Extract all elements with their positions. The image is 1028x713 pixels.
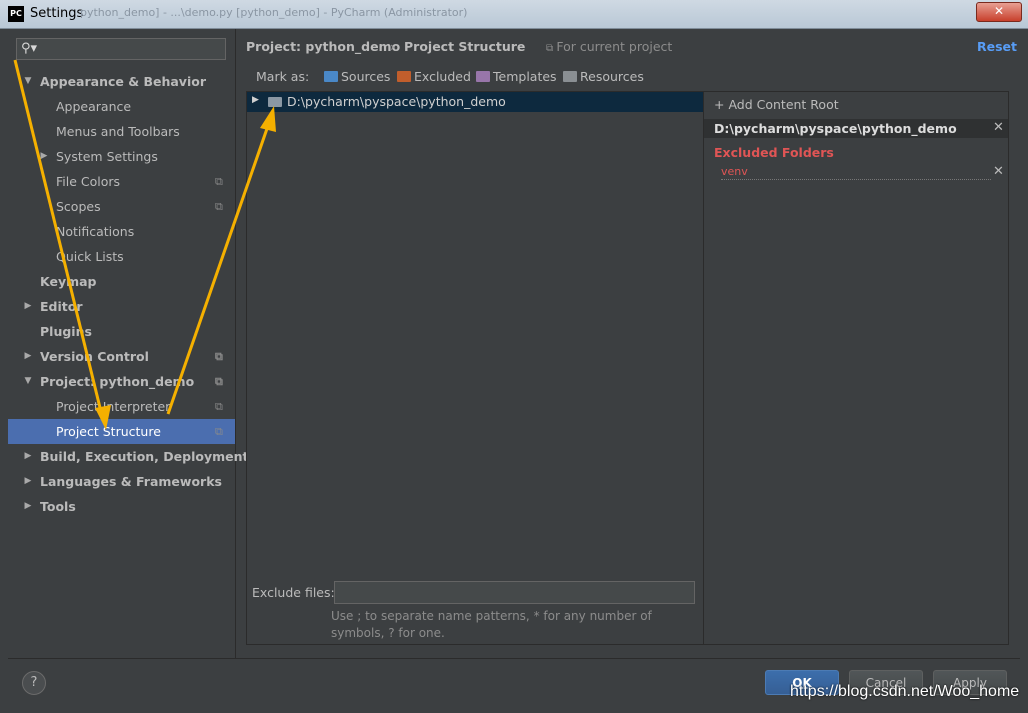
excluded-folders-title: Excluded Folders bbox=[714, 145, 834, 160]
sidebar-item-label: File Colors bbox=[56, 174, 121, 189]
collapsed-arrow-icon[interactable]: ▶ bbox=[22, 494, 34, 519]
sidebar-item-label: Project Structure bbox=[56, 424, 161, 439]
expanded-arrow-icon[interactable]: ▼ bbox=[22, 369, 34, 394]
sidebar-item-project-python-demo[interactable]: ▼ Project: python_demo ⧉ bbox=[8, 369, 235, 394]
project-root-row[interactable]: ▶ D:\pycharm\pyspace\python_demo bbox=[247, 92, 703, 112]
settings-window: PC Settings python_demo] - ...\demo.py [… bbox=[0, 0, 1028, 713]
remove-content-root-icon[interactable]: ✕ bbox=[993, 120, 1004, 135]
sidebar-item-label: Notifications bbox=[56, 224, 135, 239]
window-close-button[interactable]: ✕ bbox=[976, 2, 1022, 22]
exclude-files-input[interactable] bbox=[334, 581, 695, 604]
collapsed-arrow-icon[interactable]: ▶ bbox=[22, 444, 34, 469]
mark-templates-label: Templates bbox=[493, 69, 557, 84]
mark-as-label: Mark as: bbox=[256, 69, 310, 84]
project-tree-panel: ▶ D:\pycharm\pyspace\python_demo bbox=[246, 91, 704, 645]
sidebar-item-plugins[interactable]: Plugins bbox=[8, 319, 235, 344]
for-current-project: ⧉ For current project bbox=[546, 39, 672, 54]
sidebar-item-label: Scopes bbox=[56, 199, 101, 214]
templates-folder-icon bbox=[476, 71, 490, 82]
mark-resources-label: Resources bbox=[580, 69, 644, 84]
help-button[interactable]: ? bbox=[22, 671, 46, 695]
excluded-folder-item: venv bbox=[721, 165, 991, 180]
sidebar-item-version-control[interactable]: ▶ Version Control ⧉ bbox=[8, 344, 235, 369]
resources-folder-icon bbox=[563, 71, 577, 82]
title-bar: PC Settings python_demo] - ...\demo.py [… bbox=[0, 0, 1028, 29]
collapsed-arrow-icon[interactable]: ▶ bbox=[22, 344, 34, 369]
sidebar-item-project-structure[interactable]: Project Structure ⧉ bbox=[8, 419, 235, 444]
breadcrumb-page: Project Structure bbox=[404, 39, 526, 54]
sidebar-item-label: Plugins bbox=[40, 324, 92, 339]
sidebar-item-appearance[interactable]: Appearance bbox=[8, 94, 235, 119]
background-window-title: python_demo] - ...\demo.py [python_demo]… bbox=[80, 6, 468, 19]
sidebar-item-notifications[interactable]: Notifications bbox=[8, 219, 235, 244]
sidebar-item-label: System Settings bbox=[56, 149, 158, 164]
window-title: Settings bbox=[30, 6, 84, 21]
sidebar-item-languages-frameworks[interactable]: ▶ Languages & Frameworks bbox=[8, 469, 235, 494]
sidebar-item-label: Project: python_demo bbox=[40, 374, 195, 389]
remove-excluded-folder-icon[interactable]: ✕ bbox=[993, 164, 1004, 179]
project-scope-icon: ⧉ bbox=[215, 350, 223, 363]
settings-body: ⚲▾ ▼ Appearance & Behavior Appearance Menus… bbox=[8, 29, 1020, 707]
search-icon: ⚲▾ bbox=[21, 41, 38, 56]
settings-search-input[interactable]: ⚲▾ bbox=[16, 38, 226, 60]
copy-icon: ⧉ bbox=[546, 43, 557, 54]
collapsed-arrow-icon[interactable]: ▶ bbox=[38, 144, 50, 169]
pycharm-app-icon: PC bbox=[8, 6, 24, 22]
content-root-path: D:\pycharm\pyspace\python_demo bbox=[714, 121, 957, 136]
sidebar-item-editor[interactable]: ▶ Editor bbox=[8, 294, 235, 319]
sidebar-item-label: Keymap bbox=[40, 274, 97, 289]
sidebar-item-label: Version Control bbox=[40, 349, 149, 364]
project-scope-icon: ⧉ bbox=[215, 200, 223, 213]
sidebar-item-project-interpreter[interactable]: Project Interpreter ⧉ bbox=[8, 394, 235, 419]
sidebar-item-file-colors[interactable]: File Colors ⧉ bbox=[8, 169, 235, 194]
content-root-row: D:\pycharm\pyspace\python_demo ✕ bbox=[704, 119, 1008, 138]
sidebar-item-label: Quick Lists bbox=[56, 249, 124, 264]
sidebar-item-label: Appearance & Behavior bbox=[40, 74, 206, 89]
project-structure-panel: Project: python_demo › Project Structure… bbox=[236, 29, 1020, 658]
sidebar-item-quick-lists[interactable]: Quick Lists bbox=[8, 244, 235, 269]
mark-resources-button[interactable]: Resources bbox=[563, 69, 644, 84]
project-root-path: D:\pycharm\pyspace\python_demo bbox=[287, 94, 506, 109]
sidebar-item-label: Appearance bbox=[56, 99, 132, 114]
expand-arrow-icon[interactable]: ▶ bbox=[252, 95, 259, 105]
add-content-root-button[interactable]: + Add Content Root bbox=[714, 97, 839, 112]
mark-excluded-button[interactable]: Excluded bbox=[397, 69, 471, 84]
settings-sidebar: ⚲▾ ▼ Appearance & Behavior Appearance Menus… bbox=[8, 29, 249, 658]
sidebar-item-label: Menus and Toolbars bbox=[56, 124, 180, 139]
project-scope-icon: ⧉ bbox=[215, 400, 223, 413]
sidebar-item-label: Editor bbox=[40, 299, 83, 314]
sidebar-item-label: Project Interpreter bbox=[56, 399, 171, 414]
sidebar-item-tools[interactable]: ▶ Tools bbox=[8, 494, 235, 519]
mark-sources-label: Sources bbox=[341, 69, 391, 84]
for-current-project-label: For current project bbox=[556, 39, 673, 54]
mark-templates-button[interactable]: Templates bbox=[476, 69, 557, 84]
sidebar-item-appearance-behavior[interactable]: ▼ Appearance & Behavior bbox=[8, 69, 235, 94]
content-root-panel: + Add Content Root D:\pycharm\pyspace\py… bbox=[704, 91, 1009, 645]
reset-link[interactable]: Reset bbox=[977, 39, 1017, 54]
exclude-files-hint: Use ; to separate name patterns, * for a… bbox=[331, 609, 652, 640]
folder-icon bbox=[268, 97, 282, 107]
sidebar-item-keymap[interactable]: Keymap bbox=[8, 269, 235, 294]
collapsed-arrow-icon[interactable]: ▶ bbox=[22, 469, 34, 494]
exclude-files-label: Exclude files: bbox=[252, 585, 335, 600]
excluded-folder-icon bbox=[397, 71, 411, 82]
mark-sources-button[interactable]: Sources bbox=[324, 69, 390, 84]
project-scope-icon: ⧉ bbox=[215, 375, 223, 388]
sidebar-item-system-settings[interactable]: ▶ System Settings bbox=[8, 144, 235, 169]
sidebar-item-label: Build, Execution, Deployment bbox=[40, 449, 249, 464]
project-scope-icon: ⧉ bbox=[215, 425, 223, 438]
breadcrumb-project: Project: python_demo bbox=[246, 39, 401, 54]
sidebar-item-label: Tools bbox=[40, 499, 76, 514]
sidebar-item-menus-and-toolbars[interactable]: Menus and Toolbars bbox=[8, 119, 235, 144]
sidebar-item-label: Languages & Frameworks bbox=[40, 474, 222, 489]
sources-folder-icon bbox=[324, 71, 338, 82]
watermark: https://blog.csdn.net/Woo_home bbox=[790, 683, 1020, 700]
sidebar-item-build-execution-deployment[interactable]: ▶ Build, Execution, Deployment bbox=[8, 444, 249, 469]
sidebar-item-scopes[interactable]: Scopes ⧉ bbox=[8, 194, 235, 219]
project-scope-icon: ⧉ bbox=[215, 175, 223, 188]
mark-excluded-label: Excluded bbox=[414, 69, 471, 84]
expanded-arrow-icon[interactable]: ▼ bbox=[22, 69, 34, 94]
collapsed-arrow-icon[interactable]: ▶ bbox=[22, 294, 34, 319]
breadcrumb-separator: › bbox=[390, 39, 395, 54]
